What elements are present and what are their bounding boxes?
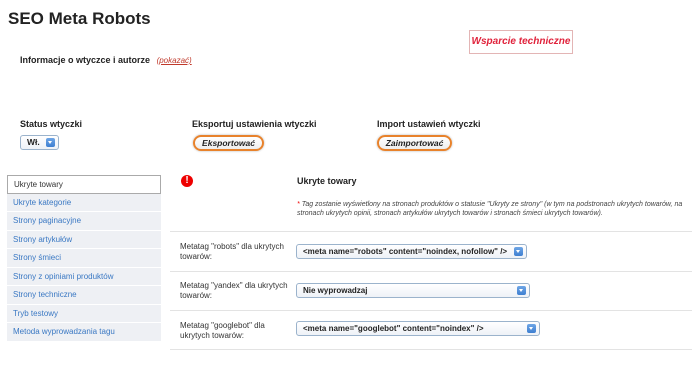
robots-label: Metatag "robots" dla ukrytych towarów: bbox=[180, 242, 284, 261]
chevron-down-icon bbox=[514, 247, 523, 256]
note-asterisk: * bbox=[297, 201, 300, 208]
googlebot-select-value: <meta name="googlebot" content="noindex"… bbox=[303, 324, 484, 333]
section-note: * Tag zostanie wyświetlony na stronach p… bbox=[297, 201, 687, 218]
status-select[interactable]: Wł. bbox=[20, 135, 59, 150]
plugin-info: Informacje o wtyczce i autorze (pokazać) bbox=[20, 55, 192, 65]
sidebar-item-pagination-pages[interactable]: Strony paginacyjne bbox=[7, 212, 161, 231]
sidebar-item-hidden-categories[interactable]: Ukryte kategorie bbox=[7, 193, 161, 212]
yandex-select[interactable]: Nie wyprowadzaj bbox=[296, 283, 530, 298]
section-title: Ukryte towary bbox=[297, 176, 357, 186]
sidebar-item-tag-output-method[interactable]: Metoda wyprowadzania tagu bbox=[7, 323, 161, 342]
divider bbox=[170, 231, 692, 232]
robots-select[interactable]: <meta name="robots" content="noindex, no… bbox=[296, 244, 527, 259]
show-info-link[interactable]: (pokazać) bbox=[157, 56, 192, 65]
chevron-down-icon bbox=[527, 324, 536, 333]
import-label: Import ustawień wtyczki bbox=[377, 119, 481, 129]
googlebot-select[interactable]: <meta name="googlebot" content="noindex"… bbox=[296, 321, 540, 336]
yandex-select-value: Nie wyprowadzaj bbox=[303, 286, 368, 295]
chevron-down-icon bbox=[46, 138, 55, 147]
robots-select-value: <meta name="robots" content="noindex, no… bbox=[303, 247, 508, 256]
status-select-value: Wł. bbox=[27, 137, 40, 147]
chevron-down-icon bbox=[517, 286, 526, 295]
sidebar-item-junk-pages[interactable]: Strony śmieci bbox=[7, 249, 161, 268]
divider bbox=[170, 271, 692, 272]
note-text: Tag zostanie wyświetlony na stronach pro… bbox=[297, 201, 683, 217]
sidebar-item-technical-pages[interactable]: Strony techniczne bbox=[7, 286, 161, 305]
googlebot-label: Metatag "googlebot" dla ukrytych towarów… bbox=[180, 321, 265, 340]
yandex-label: Metatag "yandex" dla ukrytych towarów: bbox=[180, 281, 288, 300]
divider bbox=[170, 310, 692, 311]
export-button[interactable]: Eksportować bbox=[193, 135, 264, 151]
page-title: SEO Meta Robots bbox=[8, 9, 151, 28]
sidebar-nav: Ukryte towary Ukryte kategorie Strony pa… bbox=[7, 175, 161, 342]
alert-icon: ! bbox=[181, 175, 193, 187]
sidebar-item-review-pages[interactable]: Strony z opiniami produktów bbox=[7, 267, 161, 286]
support-button[interactable]: Wsparcie techniczne bbox=[469, 30, 573, 54]
sidebar-item-hidden-products[interactable]: Ukryte towary bbox=[7, 175, 161, 194]
import-button[interactable]: Zaimportować bbox=[377, 135, 452, 151]
export-label: Eksportuj ustawienia wtyczki bbox=[192, 119, 317, 129]
status-label: Status wtyczki bbox=[20, 119, 83, 129]
divider bbox=[170, 349, 692, 350]
sidebar-item-test-mode[interactable]: Tryb testowy bbox=[7, 304, 161, 323]
sidebar-item-article-pages[interactable]: Strony artykułów bbox=[7, 230, 161, 249]
plugin-info-label: Informacje o wtyczce i autorze bbox=[20, 55, 151, 65]
